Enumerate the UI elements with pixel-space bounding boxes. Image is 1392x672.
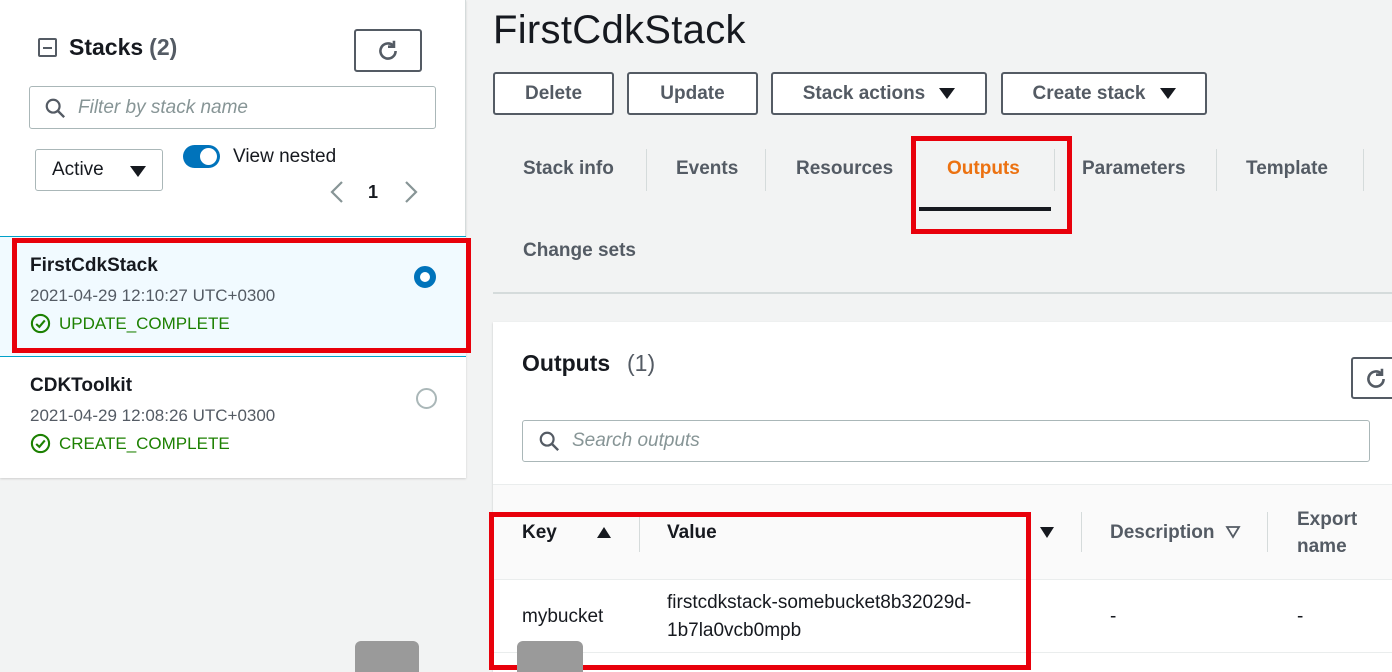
tab-divider bbox=[646, 149, 647, 191]
view-nested-label: View nested bbox=[233, 146, 337, 167]
filter-placeholder: Filter by stack name bbox=[78, 96, 248, 118]
stacks-title: Stacks bbox=[69, 34, 144, 60]
update-button[interactable]: Update bbox=[627, 72, 758, 115]
outputs-panel: Outputs (1) Search outputs Key Value Des… bbox=[493, 322, 1392, 672]
output-export-name: - bbox=[1297, 606, 1304, 627]
column-header-value[interactable]: Value bbox=[667, 522, 717, 544]
column-header-export-name[interactable]: Export bbox=[1297, 509, 1357, 531]
column-header-description[interactable]: Description bbox=[1110, 522, 1215, 544]
column-divider bbox=[1267, 512, 1268, 552]
stack-date: 2021-04-29 12:08:26 UTC+0300 bbox=[30, 406, 276, 425]
check-circle-icon bbox=[30, 313, 51, 334]
column-divider bbox=[1081, 512, 1082, 552]
tab-outputs[interactable]: Outputs bbox=[947, 158, 1020, 180]
highlight-outputs-tab bbox=[911, 136, 1072, 234]
stack-status-text: CREATE_COMPLETE bbox=[59, 433, 230, 453]
overlay-button[interactable] bbox=[517, 641, 583, 672]
column-header-export-name-line2[interactable]: name bbox=[1297, 536, 1347, 558]
caret-down-icon bbox=[130, 166, 146, 177]
filter-stacks-input[interactable]: Filter by stack name bbox=[29, 86, 436, 129]
tabs-divider bbox=[493, 292, 1392, 294]
output-value-line2[interactable]: 1b7la0vcb0mpb bbox=[667, 617, 801, 645]
status-filter-value: Active bbox=[52, 159, 104, 180]
column-divider bbox=[639, 512, 640, 552]
row-divider bbox=[493, 652, 1392, 653]
output-description: - bbox=[1110, 606, 1117, 627]
tab-divider bbox=[1363, 149, 1364, 191]
status-filter-select[interactable]: Active bbox=[35, 149, 163, 191]
stack-actions-button[interactable]: Stack actions bbox=[771, 72, 987, 115]
delete-button-label: Delete bbox=[524, 82, 583, 104]
table-header bbox=[493, 484, 1392, 580]
stack-status-text: UPDATE_COMPLETE bbox=[59, 313, 230, 333]
collapse-icon[interactable] bbox=[38, 38, 57, 57]
refresh-icon bbox=[1367, 368, 1385, 388]
create-stack-button[interactable]: Create stack bbox=[1001, 72, 1207, 115]
tab-divider bbox=[1216, 149, 1217, 191]
view-nested-toggle[interactable] bbox=[183, 145, 220, 168]
column-header-key[interactable]: Key bbox=[522, 522, 557, 544]
stack-radio-selected[interactable] bbox=[414, 266, 436, 288]
stack-radio[interactable] bbox=[416, 388, 437, 409]
search-outputs-placeholder: Search outputs bbox=[572, 430, 700, 451]
sort-ascending-icon[interactable] bbox=[597, 527, 611, 538]
delete-button[interactable]: Delete bbox=[493, 72, 614, 115]
stacks-panel: Stacks (2) Filter by stack name Active V… bbox=[0, 0, 466, 478]
current-page[interactable]: 1 bbox=[368, 182, 378, 203]
stack-status: UPDATE_COMPLETE bbox=[30, 313, 230, 334]
output-key: mybucket bbox=[522, 606, 604, 627]
sort-descending-icon[interactable] bbox=[1040, 527, 1054, 538]
output-value-line1[interactable]: firstcdkstack-somebucket8b32029d- bbox=[667, 589, 971, 617]
refresh-icon bbox=[379, 40, 397, 60]
stack-status: CREATE_COMPLETE bbox=[30, 433, 230, 454]
stack-item-firstcdkstack[interactable]: FirstCdkStack 2021-04-29 12:10:27 UTC+03… bbox=[0, 236, 466, 357]
pagination: 1 bbox=[326, 178, 422, 206]
search-icon bbox=[45, 98, 66, 118]
tab-stack-info[interactable]: Stack info bbox=[523, 158, 614, 180]
outputs-title: Outputs bbox=[522, 350, 611, 376]
stack-date: 2021-04-29 12:10:27 UTC+0300 bbox=[30, 286, 276, 305]
active-tab-indicator bbox=[919, 207, 1051, 211]
tab-events[interactable]: Events bbox=[676, 158, 738, 180]
tab-divider bbox=[765, 149, 766, 191]
caret-down-icon bbox=[939, 88, 956, 99]
tab-parameters[interactable]: Parameters bbox=[1082, 158, 1186, 180]
refresh-stacks-button[interactable] bbox=[354, 29, 422, 72]
refresh-outputs-button[interactable] bbox=[1351, 357, 1392, 399]
chevron-right-icon[interactable] bbox=[400, 178, 422, 206]
tab-resources[interactable]: Resources bbox=[796, 158, 893, 180]
stack-item-cdktoolkit[interactable]: CDKToolkit 2021-04-29 12:08:26 UTC+0300 … bbox=[0, 357, 466, 478]
tab-divider bbox=[1054, 149, 1055, 191]
tab-change-sets[interactable]: Change sets bbox=[523, 240, 636, 262]
page-title: FirstCdkStack bbox=[493, 8, 746, 52]
update-button-label: Update bbox=[660, 82, 725, 104]
check-circle-icon bbox=[30, 433, 51, 454]
stack-name: CDKToolkit bbox=[30, 375, 133, 396]
overlay-button[interactable] bbox=[355, 641, 419, 672]
stack-name: FirstCdkStack bbox=[30, 255, 158, 276]
search-icon bbox=[539, 431, 560, 452]
stack-actions-label: Stack actions bbox=[802, 82, 926, 104]
sort-icon[interactable] bbox=[1225, 525, 1241, 539]
stacks-header: Stacks (2) bbox=[38, 34, 177, 61]
stacks-count: (2) bbox=[149, 34, 178, 60]
outputs-count: (1) bbox=[627, 350, 656, 376]
search-outputs-input[interactable]: Search outputs bbox=[522, 420, 1370, 462]
caret-down-icon bbox=[1159, 88, 1176, 99]
chevron-left-icon[interactable] bbox=[326, 178, 348, 206]
tab-template[interactable]: Template bbox=[1246, 158, 1328, 180]
create-stack-label: Create stack bbox=[1032, 82, 1146, 104]
